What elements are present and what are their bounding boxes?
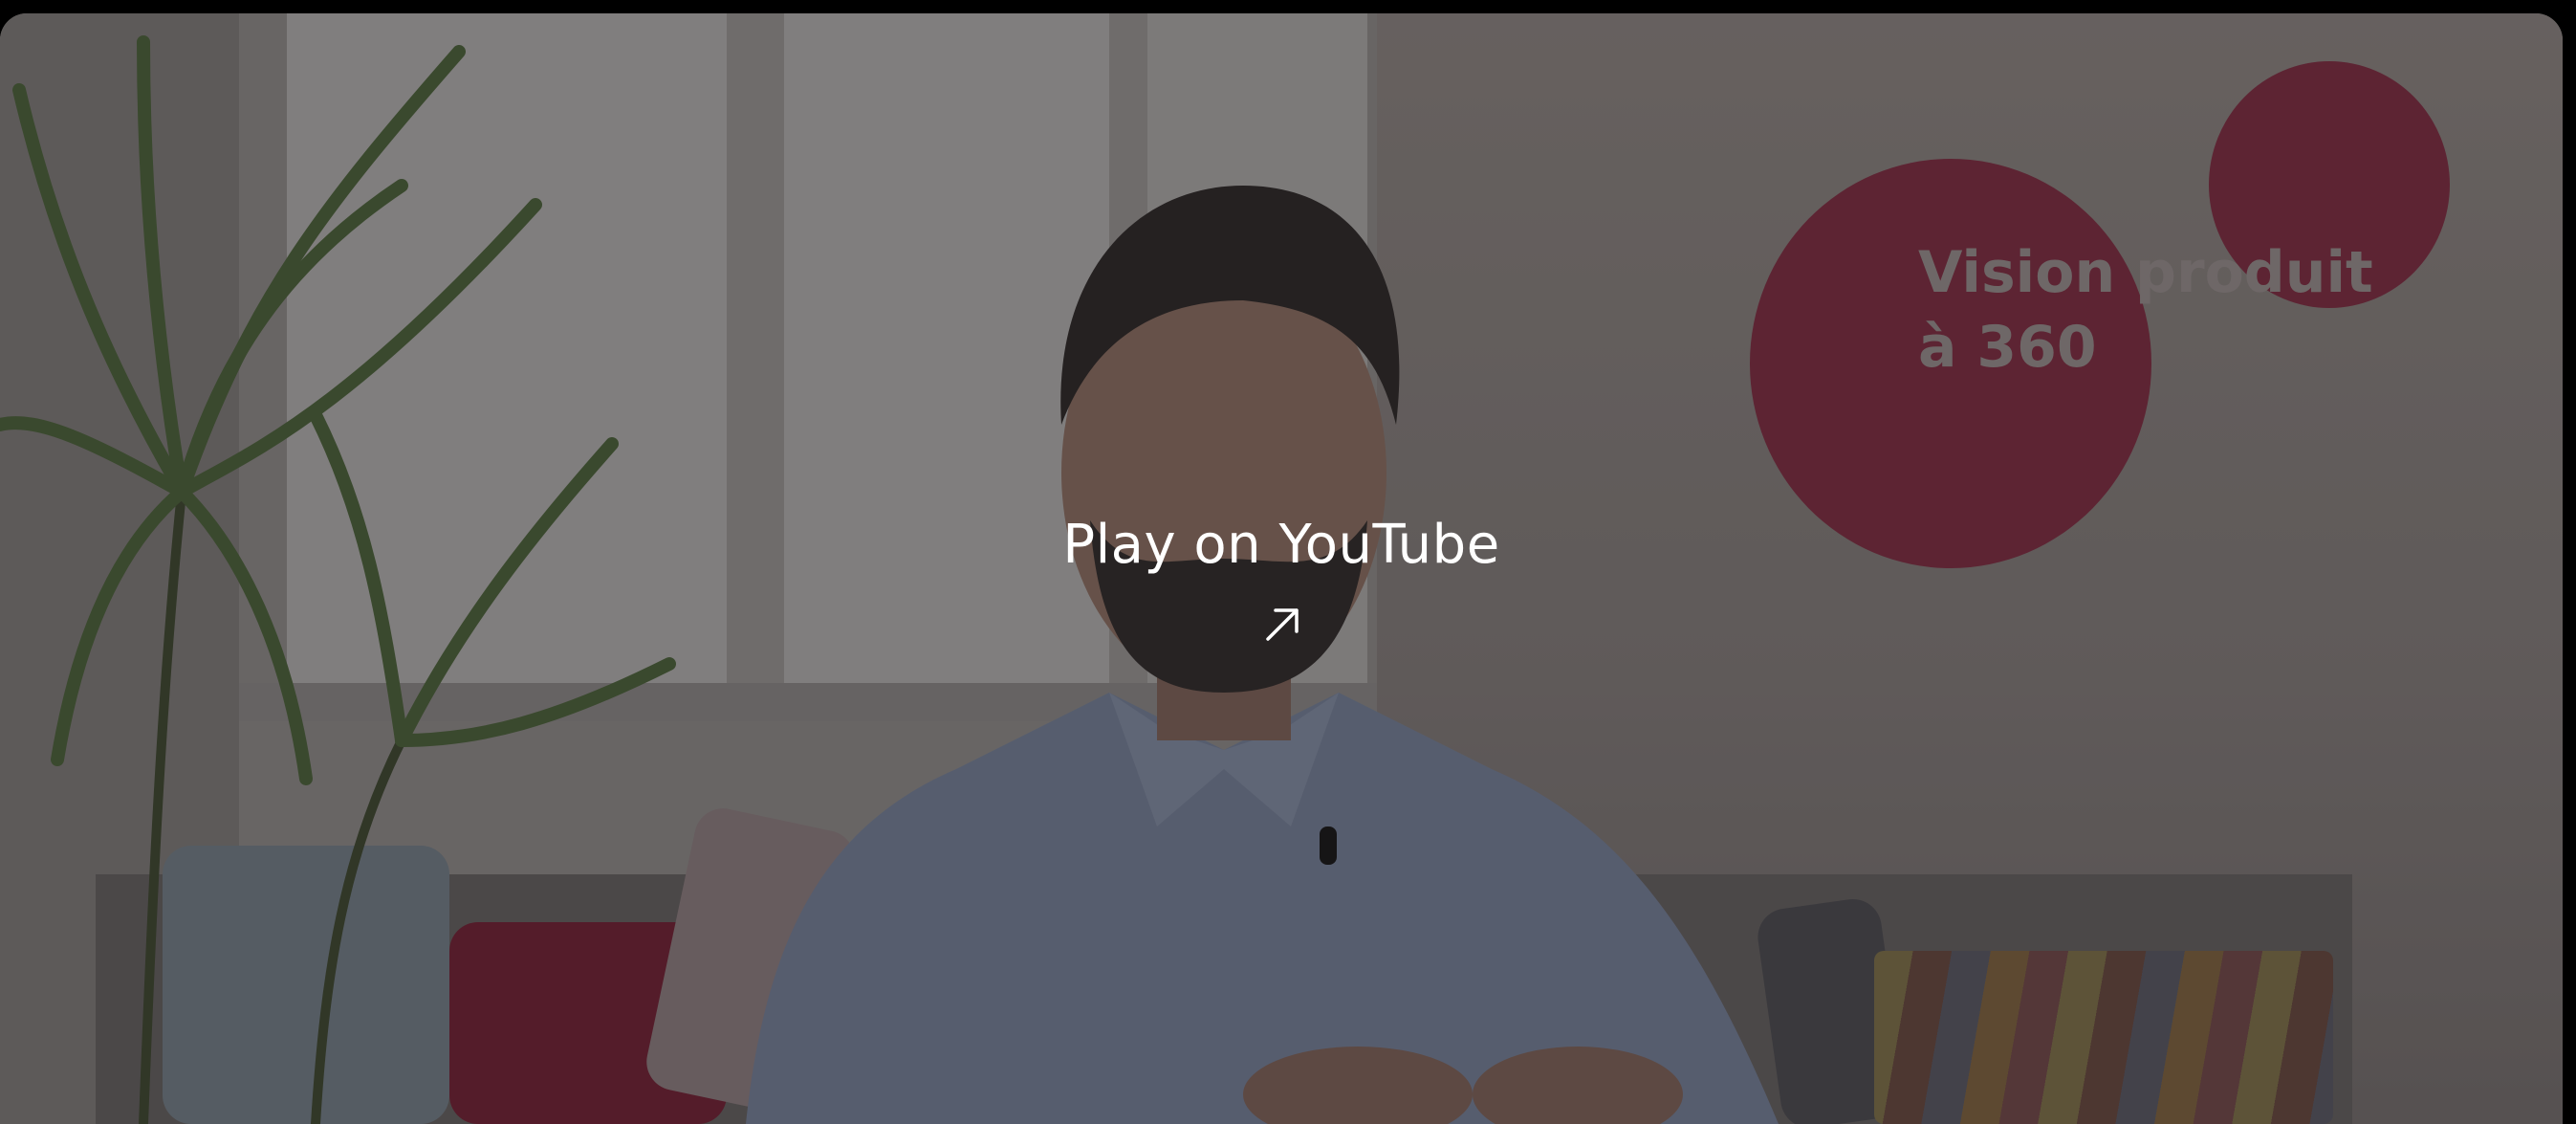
play-on-youtube-link[interactable]: Play on YouTube xyxy=(994,507,1568,650)
external-arrow-icon xyxy=(1266,608,1299,641)
play-on-youtube-label: Play on YouTube xyxy=(1062,514,1500,576)
